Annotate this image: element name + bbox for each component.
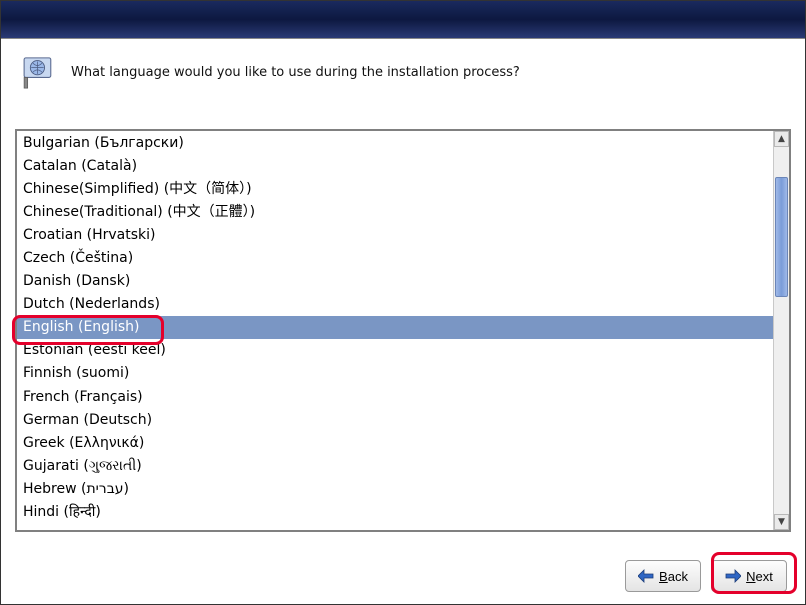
language-option[interactable]: Greek (Ελληνικά) xyxy=(17,431,773,454)
language-option[interactable]: Dutch (Nederlands) xyxy=(17,293,773,316)
language-option[interactable]: English (English) xyxy=(17,316,773,339)
back-label: Back xyxy=(659,569,688,584)
language-option[interactable]: Estonian (eesti keel) xyxy=(17,339,773,362)
prompt-row: What language would you like to use duri… xyxy=(1,39,805,99)
arrow-right-icon xyxy=(725,569,741,583)
arrow-left-icon xyxy=(638,569,654,583)
globe-flag-icon xyxy=(23,57,59,89)
next-label: Next xyxy=(746,569,773,584)
language-option[interactable]: Gujarati (ગુજરાતી) xyxy=(17,454,773,477)
language-option[interactable]: Chinese(Traditional) (中文（正體）) xyxy=(17,200,773,223)
language-option[interactable]: German (Deutsch) xyxy=(17,408,773,431)
language-option[interactable]: Hebrew (עברית) xyxy=(17,477,773,500)
scroll-up-button[interactable]: ▲ xyxy=(774,131,789,147)
wizard-buttons: Back Next xyxy=(625,560,787,592)
next-button[interactable]: Next xyxy=(711,560,787,592)
scroll-thumb[interactable] xyxy=(775,177,788,297)
language-option[interactable]: Finnish (suomi) xyxy=(17,362,773,385)
language-option[interactable]: Danish (Dansk) xyxy=(17,270,773,293)
language-option[interactable]: Chinese(Simplified) (中文（简体）) xyxy=(17,177,773,200)
scrollbar[interactable]: ▲ ▼ xyxy=(773,131,789,530)
language-option[interactable]: Bulgarian (Български) xyxy=(17,131,773,154)
prompt-text: What language would you like to use duri… xyxy=(71,64,520,82)
language-option[interactable]: Catalan (Català) xyxy=(17,154,773,177)
back-button[interactable]: Back xyxy=(625,560,701,592)
language-option[interactable]: Croatian (Hrvatski) xyxy=(17,223,773,246)
language-list[interactable]: Bulgarian (Български)Catalan (Català)Chi… xyxy=(15,129,791,532)
language-option[interactable]: Czech (Čeština) xyxy=(17,246,773,269)
language-option[interactable]: Hindi (हिन्दी) xyxy=(17,501,773,524)
scroll-down-button[interactable]: ▼ xyxy=(774,514,789,530)
language-option[interactable]: French (Français) xyxy=(17,385,773,408)
title-bar xyxy=(1,1,805,39)
scroll-track[interactable] xyxy=(774,147,789,514)
